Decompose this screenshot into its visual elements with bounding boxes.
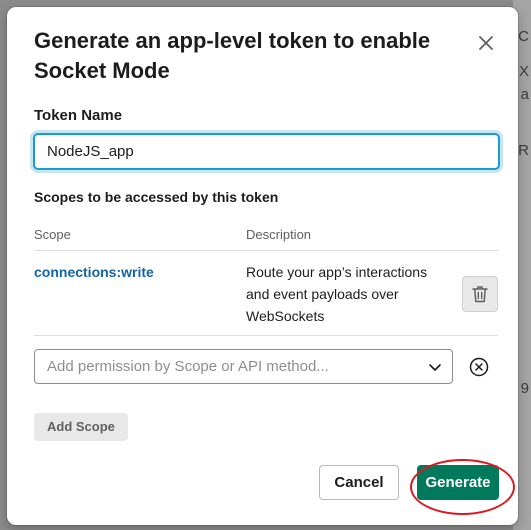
token-name-input[interactable] (34, 134, 499, 169)
scopes-section-label: Scopes to be accessed by this token (34, 189, 279, 205)
scope-select-placeholder: Add permission by Scope or API method... (47, 358, 329, 375)
scope-link-connections-write[interactable]: connections:write (34, 264, 154, 280)
close-button[interactable] (472, 29, 500, 57)
background-text: R (518, 142, 529, 159)
token-name-label: Token Name (34, 107, 123, 124)
background-text: C (518, 28, 529, 45)
generate-button[interactable]: Generate (417, 465, 499, 500)
scope-column-header: Scope (34, 227, 71, 242)
scope-description: Route your app’s interactions and event … (246, 264, 428, 324)
add-scope-button[interactable]: Add Scope (34, 413, 128, 441)
description-column-header: Description (246, 227, 312, 242)
scope-select[interactable]: Add permission by Scope or API method... (34, 349, 453, 384)
close-icon (479, 36, 493, 50)
clear-circle-icon[interactable] (467, 355, 491, 379)
trash-icon (472, 286, 488, 303)
table-divider (34, 335, 498, 336)
token-modal: Generate an app-level token to enable So… (7, 7, 518, 525)
cancel-button[interactable]: Cancel (319, 465, 399, 500)
remove-scope-button[interactable] (462, 276, 498, 312)
chevron-down-icon (429, 364, 441, 371)
modal-title: Generate an app-level token to enable So… (34, 28, 431, 83)
table-divider (34, 250, 498, 251)
background-text: 9 (520, 380, 529, 397)
background-text: X (518, 63, 529, 80)
background-text: a (520, 86, 529, 103)
